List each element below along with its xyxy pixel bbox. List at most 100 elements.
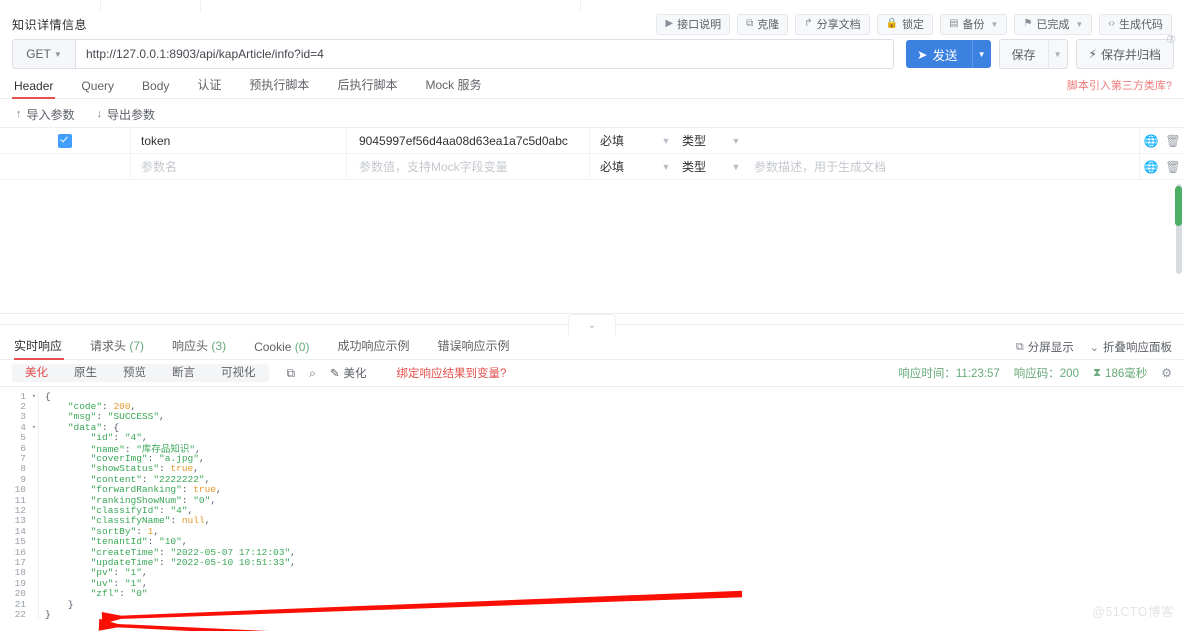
beautify-button[interactable]: ✎ 美化: [330, 365, 367, 381]
fold-toggle-icon[interactable]: ▾: [30, 423, 38, 432]
copy-icon[interactable]: ⧉: [287, 366, 296, 381]
row-operations: 🌐 🗑: [1140, 128, 1184, 153]
send-icon: ➤: [917, 47, 928, 62]
script-library-link[interactable]: 脚本引入第三方类库?: [1067, 77, 1172, 98]
clone-button[interactable]: ⧉ 克隆: [737, 13, 789, 35]
code-line: 20 "zfl": "0": [0, 588, 1184, 599]
send-button[interactable]: ➤ 发送 ▼: [906, 40, 991, 68]
line-number: 13: [14, 515, 26, 527]
response-panel-actions: ⧉ 分屏显示 ⌄ 折叠响应面板: [1016, 339, 1172, 359]
response-tools: ⧉ ⌕ ✎ 美化 绑定响应结果到变量?: [287, 365, 507, 381]
tab-success-example[interactable]: 成功响应示例: [323, 337, 423, 359]
line-number: 1: [20, 390, 26, 402]
line-number: 11: [14, 494, 26, 506]
status-badge: 响应码：200: [1013, 368, 1079, 380]
code-line: 2 "code": 200,: [0, 401, 1184, 413]
generate-code-button[interactable]: ‹› 生成代码: [1099, 13, 1172, 35]
collapse-response-button[interactable]: ⌄ 折叠响应面板: [1090, 339, 1172, 355]
param-type-select[interactable]: 类型: [672, 154, 730, 179]
param-value-input[interactable]: 参数值，支持Mock字段变量: [347, 154, 590, 179]
chevron-down-icon[interactable]: ▼: [730, 136, 742, 146]
trash-icon[interactable]: 🗑: [1165, 134, 1180, 148]
tab-body[interactable]: Body: [128, 79, 183, 98]
chevron-down-icon[interactable]: ▼: [730, 162, 742, 172]
gutter-line: [38, 494, 45, 506]
send-options-button[interactable]: ▼: [971, 40, 991, 68]
tab-post-script[interactable]: 后执行脚本: [323, 76, 411, 98]
save-options-button[interactable]: ▼: [1047, 40, 1067, 68]
tab-realtime-response[interactable]: 实时响应: [12, 337, 76, 360]
gutter-line: [38, 442, 45, 454]
param-desc-input[interactable]: [742, 128, 1140, 153]
globe-icon[interactable]: 🌐: [1143, 160, 1158, 174]
collapse-handle[interactable]: ⌄: [568, 314, 616, 335]
row-checkbox[interactable]: [58, 133, 72, 148]
code-icon: ‹›: [1108, 18, 1115, 29]
http-method-select[interactable]: GET ▼: [12, 39, 75, 69]
lock-button[interactable]: 🔒 锁定: [876, 13, 934, 35]
globe-icon[interactable]: 🌐: [1143, 134, 1158, 148]
tab-auth[interactable]: 认证: [183, 76, 235, 98]
backup-button[interactable]: ▤ 备份 ▼: [940, 13, 1008, 35]
chevron-down-icon: ▼: [53, 49, 62, 59]
export-params-button[interactable]: ↓ 导出参数: [97, 106, 156, 123]
fold-toggle-icon[interactable]: ▾: [30, 392, 38, 401]
tab-mock-service[interactable]: Mock 服务: [411, 76, 495, 98]
param-value-text: 9045997ef56d4aa08d63ea1a7c5d0abc: [359, 133, 568, 148]
api-desc-button[interactable]: ▶ 接口说明: [656, 13, 731, 35]
line-number: 2: [20, 401, 26, 413]
mode-preview[interactable]: 预览: [110, 364, 159, 382]
gear-icon[interactable]: ⚙: [1161, 366, 1172, 380]
scrollbar-thumb[interactable]: [1175, 186, 1182, 226]
bind-variable-link[interactable]: 绑定响应结果到变量?: [396, 365, 506, 381]
mode-visualize[interactable]: 可视化: [208, 364, 269, 382]
save-label: 保存: [1011, 47, 1036, 62]
chevron-down-icon[interactable]: ▼: [660, 136, 672, 146]
status-label: 已完成: [1036, 19, 1070, 31]
mode-beautify[interactable]: 美化: [12, 364, 61, 382]
tab-response-headers[interactable]: 响应头 (3): [158, 337, 240, 359]
save-button[interactable]: 保存 ▼: [998, 39, 1068, 69]
param-desc-input[interactable]: 参数描述，用于生成文档: [742, 154, 1140, 179]
response-body-code[interactable]: 1 ▾{2 "code": 200, 3 "msg": "SUCCESS", 4 ▾ "…: [0, 387, 1184, 631]
chevron-down-icon[interactable]: ▼: [660, 162, 672, 172]
code-text: "sortBy": 1,: [90, 525, 160, 537]
param-required-value: 必填: [600, 134, 625, 148]
tab-header[interactable]: Header: [12, 79, 67, 99]
row-enable-cell: [0, 128, 131, 153]
code-line: 13 "classifyName": null,: [0, 515, 1184, 527]
param-value-input[interactable]: 9045997ef56d4aa08d63ea1a7c5d0abc: [347, 128, 590, 153]
tab-cookie[interactable]: Cookie (0): [240, 340, 323, 359]
gutter-line: [38, 474, 45, 485]
tab-query[interactable]: Query: [67, 79, 128, 98]
param-required-select[interactable]: 必填: [590, 128, 660, 153]
url-input[interactable]: http://127.0.0.1:8903/api/kapArticle/inf…: [75, 39, 895, 69]
table-row: 参数名 参数值，支持Mock字段变量 必填 ▼ 类型 ▼ 参数描述，用于生成文档…: [0, 154, 1184, 180]
tab-pre-script[interactable]: 预执行脚本: [235, 76, 323, 98]
tab-error-example[interactable]: 错误响应示例: [423, 337, 523, 359]
gutter-line: [38, 588, 45, 599]
line-number: 19: [14, 577, 26, 589]
code-line: 8 "showStatus": true,: [0, 463, 1184, 474]
share-doc-button[interactable]: ↱ 分享文档: [795, 13, 870, 35]
param-type-select[interactable]: 类型: [672, 128, 730, 153]
gutter-line: [38, 505, 45, 516]
param-required-select[interactable]: 必填: [590, 154, 660, 179]
gutter-line: [38, 598, 45, 610]
status-button[interactable]: ⚑ 已完成 ▼: [1014, 13, 1093, 35]
tab-request-headers[interactable]: 请求头 (7): [76, 337, 158, 359]
mode-raw[interactable]: 原生: [61, 364, 110, 382]
save-archive-button[interactable]: ⚡ 保存并归档: [1075, 39, 1174, 69]
line-number: 17: [14, 556, 26, 568]
param-name-input[interactable]: token: [131, 128, 347, 153]
trash-icon[interactable]: 🗑: [1165, 160, 1180, 174]
help-icon[interactable]: ⑦: [1166, 33, 1176, 46]
param-name-input[interactable]: 参数名: [131, 154, 347, 179]
search-icon[interactable]: ⌕: [309, 366, 316, 381]
mode-assert[interactable]: 断言: [159, 364, 208, 382]
watermark: @51CTO博客: [1092, 605, 1174, 619]
code-line: 7 "coverImg": "a.jpg",: [0, 453, 1184, 464]
split-screen-button[interactable]: ⧉ 分屏显示: [1016, 339, 1074, 355]
import-params-button[interactable]: ↑ 导入参数: [16, 106, 75, 123]
table-row: token 9045997ef56d4aa08d63ea1a7c5d0abc 必…: [0, 128, 1184, 154]
